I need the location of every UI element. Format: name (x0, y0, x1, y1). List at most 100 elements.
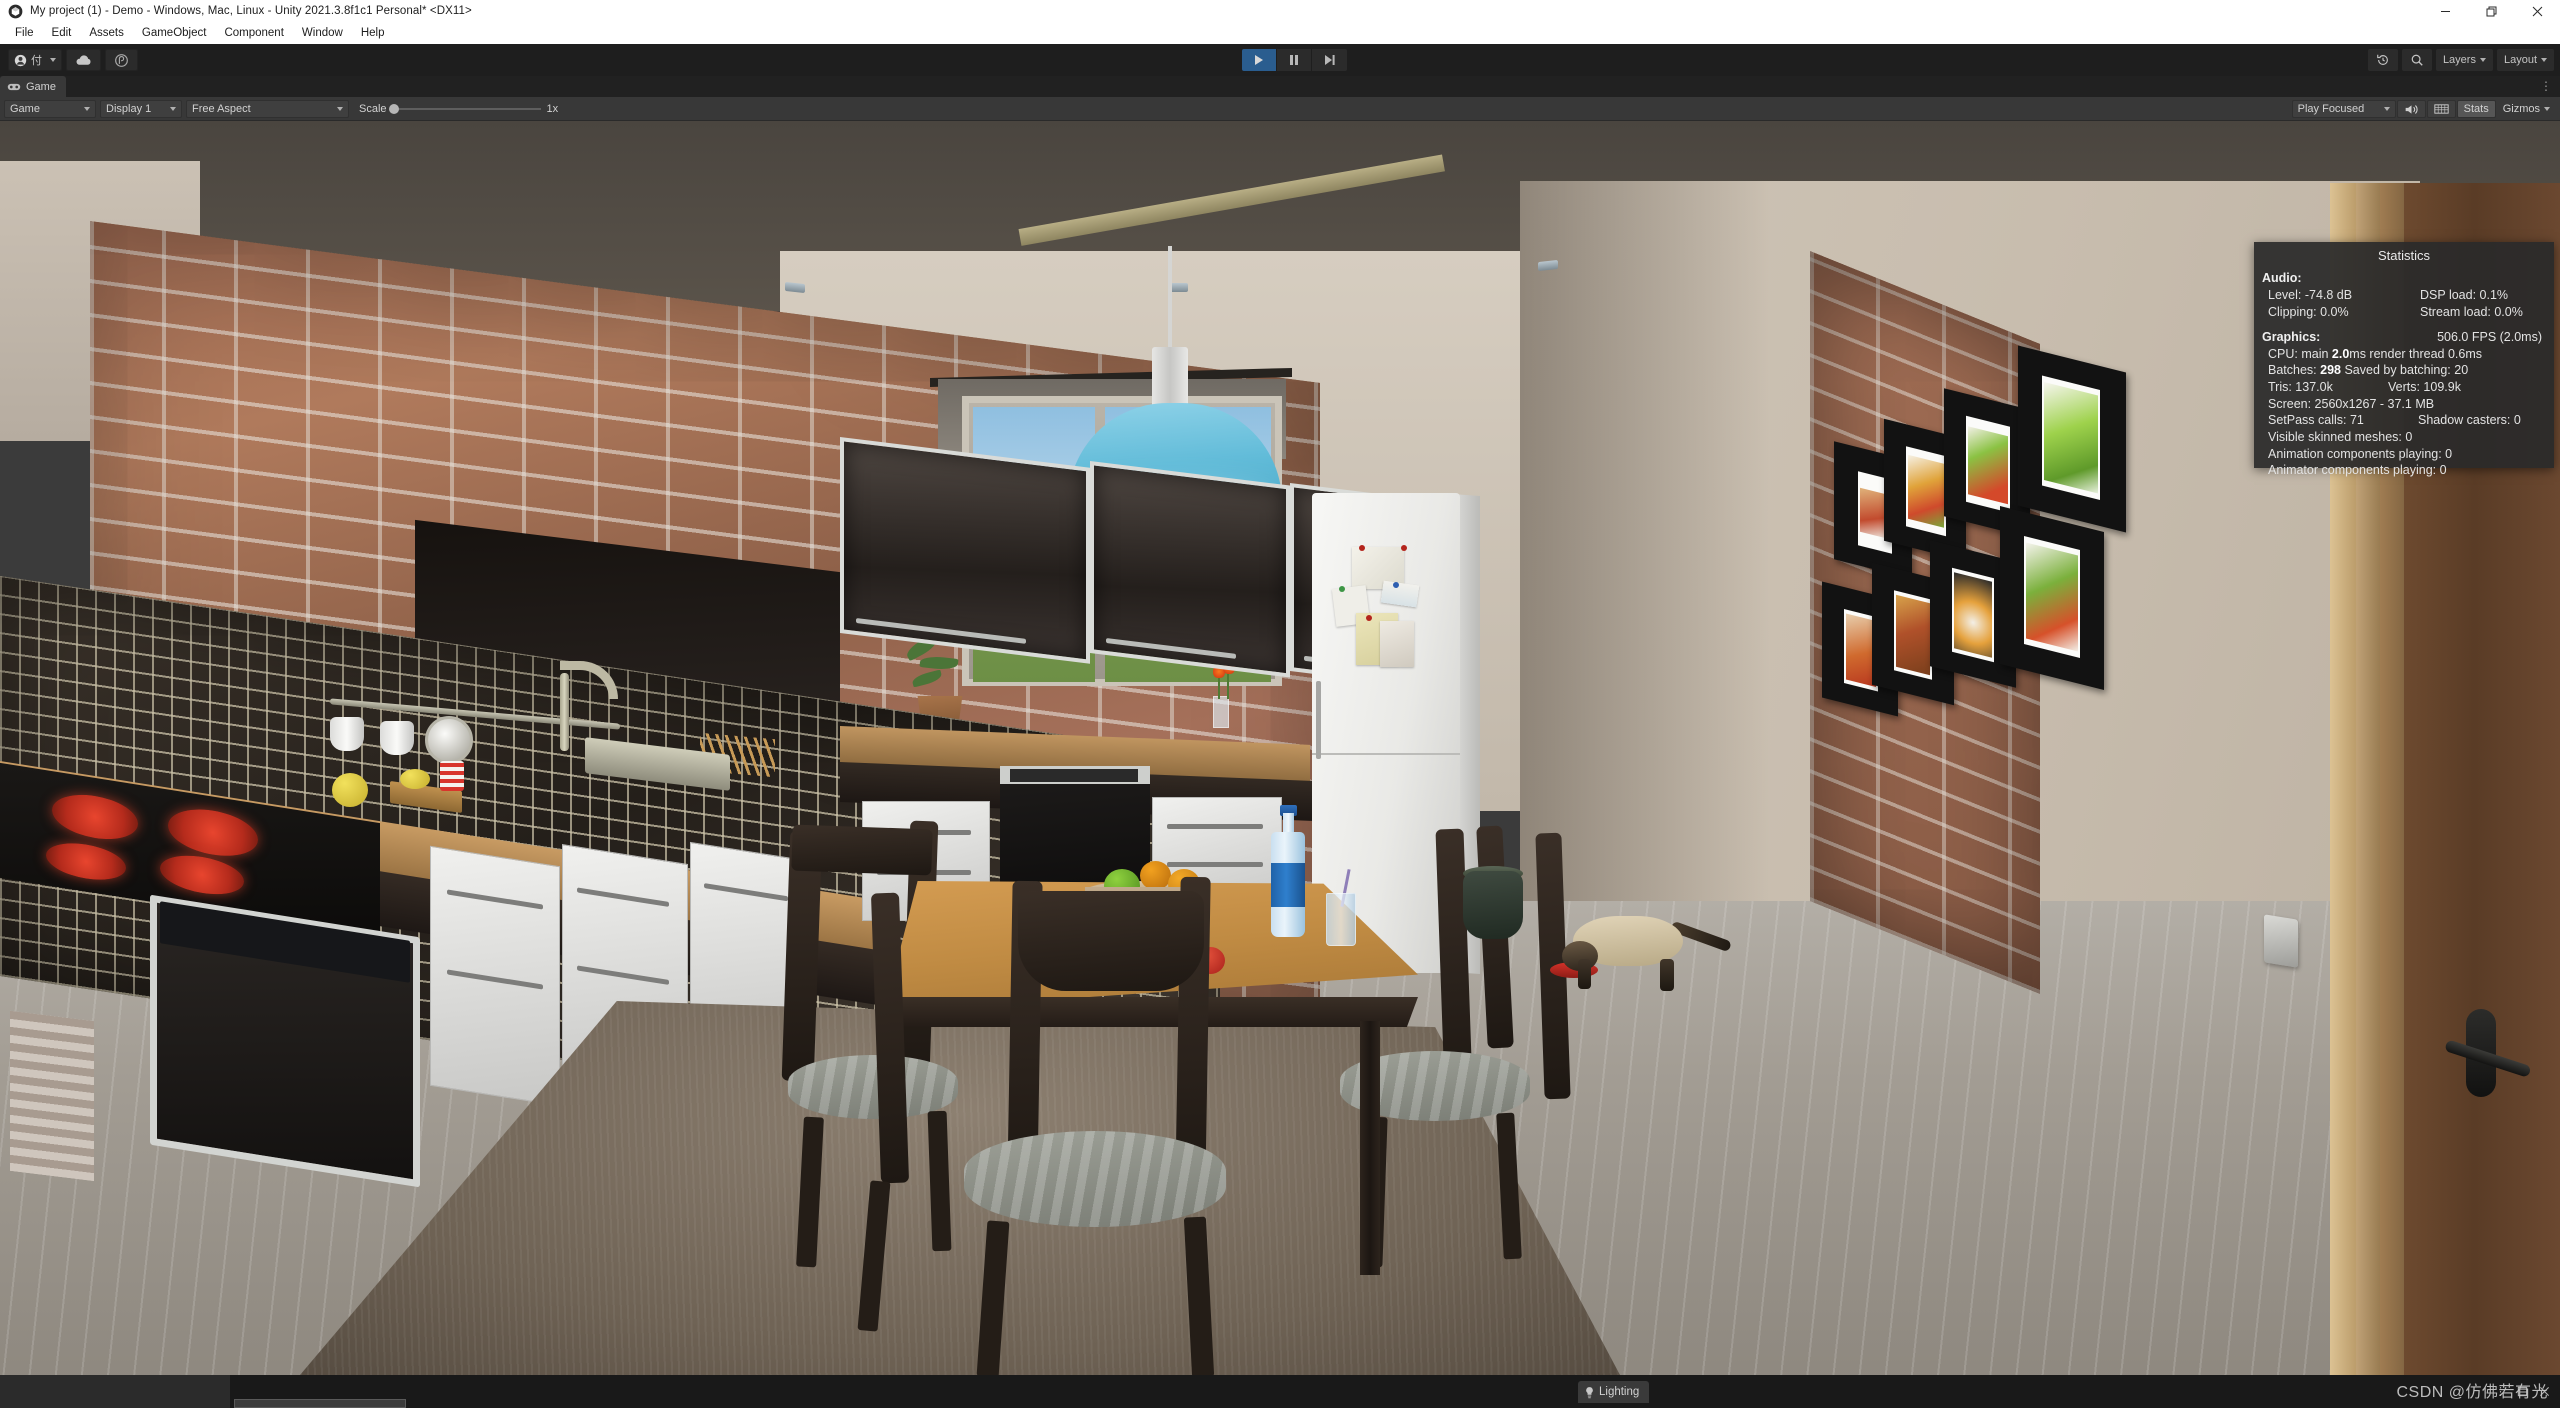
layers-dropdown[interactable]: Layers (2435, 49, 2493, 71)
game-view-toolbar: Game Display 1 Free Aspect Scale 1x Play… (0, 97, 2560, 121)
statistics-overlay: Statistics Audio: Level: -74.8 dB DSP lo… (2254, 242, 2554, 477)
dining-table-edge (884, 997, 1418, 1027)
chevron-down-icon (2479, 58, 2486, 62)
cloud-button[interactable] (66, 49, 101, 71)
fridge-magnet-5 (1366, 615, 1372, 621)
statistics-spacer (2254, 320, 2554, 329)
audio-mute-button[interactable] (2396, 100, 2426, 118)
layout-dropdown[interactable]: Layout (2496, 49, 2554, 71)
tris-count: Tris: 137.0k (2268, 380, 2333, 395)
refrigerator-handle (1316, 681, 1321, 759)
light-switch (2264, 914, 2298, 968)
chevron-down-icon (2544, 107, 2550, 111)
menu-help[interactable]: Help (352, 25, 394, 41)
statistics-setpass-row: SetPass calls: 71 Shadow casters: 0 (2254, 412, 2554, 429)
picture-frame-4 (2018, 345, 2126, 533)
scale-slider-group[interactable]: Scale 1x (359, 103, 558, 115)
picture-image-6 (1896, 594, 1930, 676)
search-icon (2411, 54, 2423, 66)
cabinet-pull-2 (447, 969, 543, 990)
lightbulb-icon (1586, 1386, 1593, 1398)
cabinet-pull-9 (1167, 862, 1263, 867)
statistics-title: Statistics (2377, 248, 2430, 263)
menu-gameobject[interactable]: GameObject (133, 25, 216, 41)
audio-level: Level: -74.8 dB (2268, 287, 2353, 302)
chair-left-seat (788, 1055, 958, 1119)
gizmos-dropdown[interactable]: Gizmos (2497, 100, 2556, 118)
fridge-magnet-3 (1339, 586, 1345, 592)
account-avatar-icon (14, 54, 27, 66)
flower-vase (1213, 696, 1229, 728)
status-progress-bar (234, 1399, 406, 1408)
menu-window[interactable]: Window (293, 25, 352, 41)
statistics-audio-row-2: Clipping: 0.0% Stream load: 0.0% (2254, 304, 2554, 321)
menu-component[interactable]: Component (215, 25, 292, 41)
statistics-screen: Screen: 2560x1267 - 37.1 MB (2268, 396, 2435, 411)
play-button[interactable] (1242, 49, 1277, 71)
scale-slider-knob[interactable] (388, 103, 399, 114)
statistics-skinned-meshes: Visible skinned meshes: 0 (2268, 429, 2413, 444)
drinking-glass (1326, 893, 1356, 946)
chevron-down-icon (2383, 107, 2390, 111)
step-button[interactable] (1312, 49, 1347, 71)
burner-4 (160, 850, 244, 900)
statistics-batches: Batches: 298 Saved by batching: 20 (2254, 362, 2554, 379)
scale-slider-track[interactable] (388, 103, 541, 114)
tab-game[interactable]: Game (0, 76, 66, 97)
audio-dsp-load: DSP load: 0.1% (2420, 287, 2509, 302)
view-mode-dropdown[interactable]: Game (4, 99, 96, 118)
cabinet-pull-1 (447, 889, 543, 910)
verts-count: Verts: 109.9k (2388, 380, 2461, 395)
menu-file[interactable]: File (6, 25, 43, 41)
aspect-dropdown[interactable]: Free Aspect (186, 99, 349, 118)
play-mode-dropdown[interactable]: Play Focused (2291, 100, 2396, 118)
menu-bar: File Edit Assets GameObject Component Wi… (0, 22, 2560, 44)
refrigerator-door-seam (1312, 753, 1460, 755)
frame-debugger-button[interactable] (2426, 100, 2456, 118)
cabinet-pull-8 (1167, 824, 1263, 829)
fridge-note-5 (1380, 621, 1414, 667)
hanging-mug-1 (330, 717, 364, 751)
tab-lighting-label: Lighting (1599, 1386, 1640, 1398)
cabinet-pull-4 (577, 965, 669, 985)
lemon-half (400, 769, 430, 789)
playmode-controls (1242, 44, 1347, 76)
fridge-magnet-2 (1401, 545, 1407, 551)
burner-3 (46, 838, 126, 885)
display-value: Display 1 (106, 102, 152, 115)
cat-leg-rear (1660, 959, 1674, 991)
picture-image-7 (1954, 572, 1992, 658)
kitchen-towel (10, 1010, 94, 1182)
tab-lighting[interactable]: Lighting (1578, 1381, 1650, 1403)
aspect-value: Free Aspect (192, 102, 251, 115)
batches-value: 298 (2320, 363, 2341, 378)
statistics-audio-row-1: Level: -74.8 dB DSP load: 0.1% (2254, 287, 2554, 304)
menu-edit[interactable]: Edit (43, 25, 81, 41)
setpass-calls: SetPass calls: 71 (2268, 413, 2364, 428)
undo-history-button[interactable] (2367, 49, 2398, 71)
cabinet-pull-5 (704, 883, 788, 902)
dock-tab-strip: Game ⋮ (0, 76, 2560, 97)
hanging-mug-2 (380, 721, 414, 755)
collab-button[interactable] (105, 49, 138, 71)
scale-label: Scale (359, 102, 387, 115)
window-title-bar: My project (1) - Demo - Windows, Mac, Li… (0, 0, 2560, 22)
drying-plate (425, 716, 473, 764)
upper-cabinet-2 (1090, 461, 1290, 678)
stats-toggle-button[interactable]: Stats (2456, 100, 2496, 118)
dock-kebab-icon[interactable]: ⋮ (2540, 80, 2552, 92)
batches-suffix: Saved by batching: 20 (2340, 363, 2469, 378)
minimize-icon[interactable] (2422, 0, 2468, 22)
search-button[interactable] (2401, 49, 2432, 71)
shadow-casters: Shadow casters: 0 (2418, 413, 2521, 428)
picture-frame-8 (2000, 506, 2104, 690)
pause-button[interactable] (1277, 49, 1312, 71)
close-icon[interactable] (2514, 0, 2560, 22)
frame-debug-icon (2434, 104, 2449, 114)
picture-image-2 (1908, 454, 1944, 528)
account-button[interactable]: 付 (8, 49, 62, 71)
display-dropdown[interactable]: Display 1 (100, 99, 182, 118)
menu-assets[interactable]: Assets (80, 25, 133, 41)
restore-icon[interactable] (2468, 0, 2514, 22)
game-view-render[interactable]: Statistics Audio: Level: -74.8 dB DSP lo… (0, 121, 2560, 1375)
